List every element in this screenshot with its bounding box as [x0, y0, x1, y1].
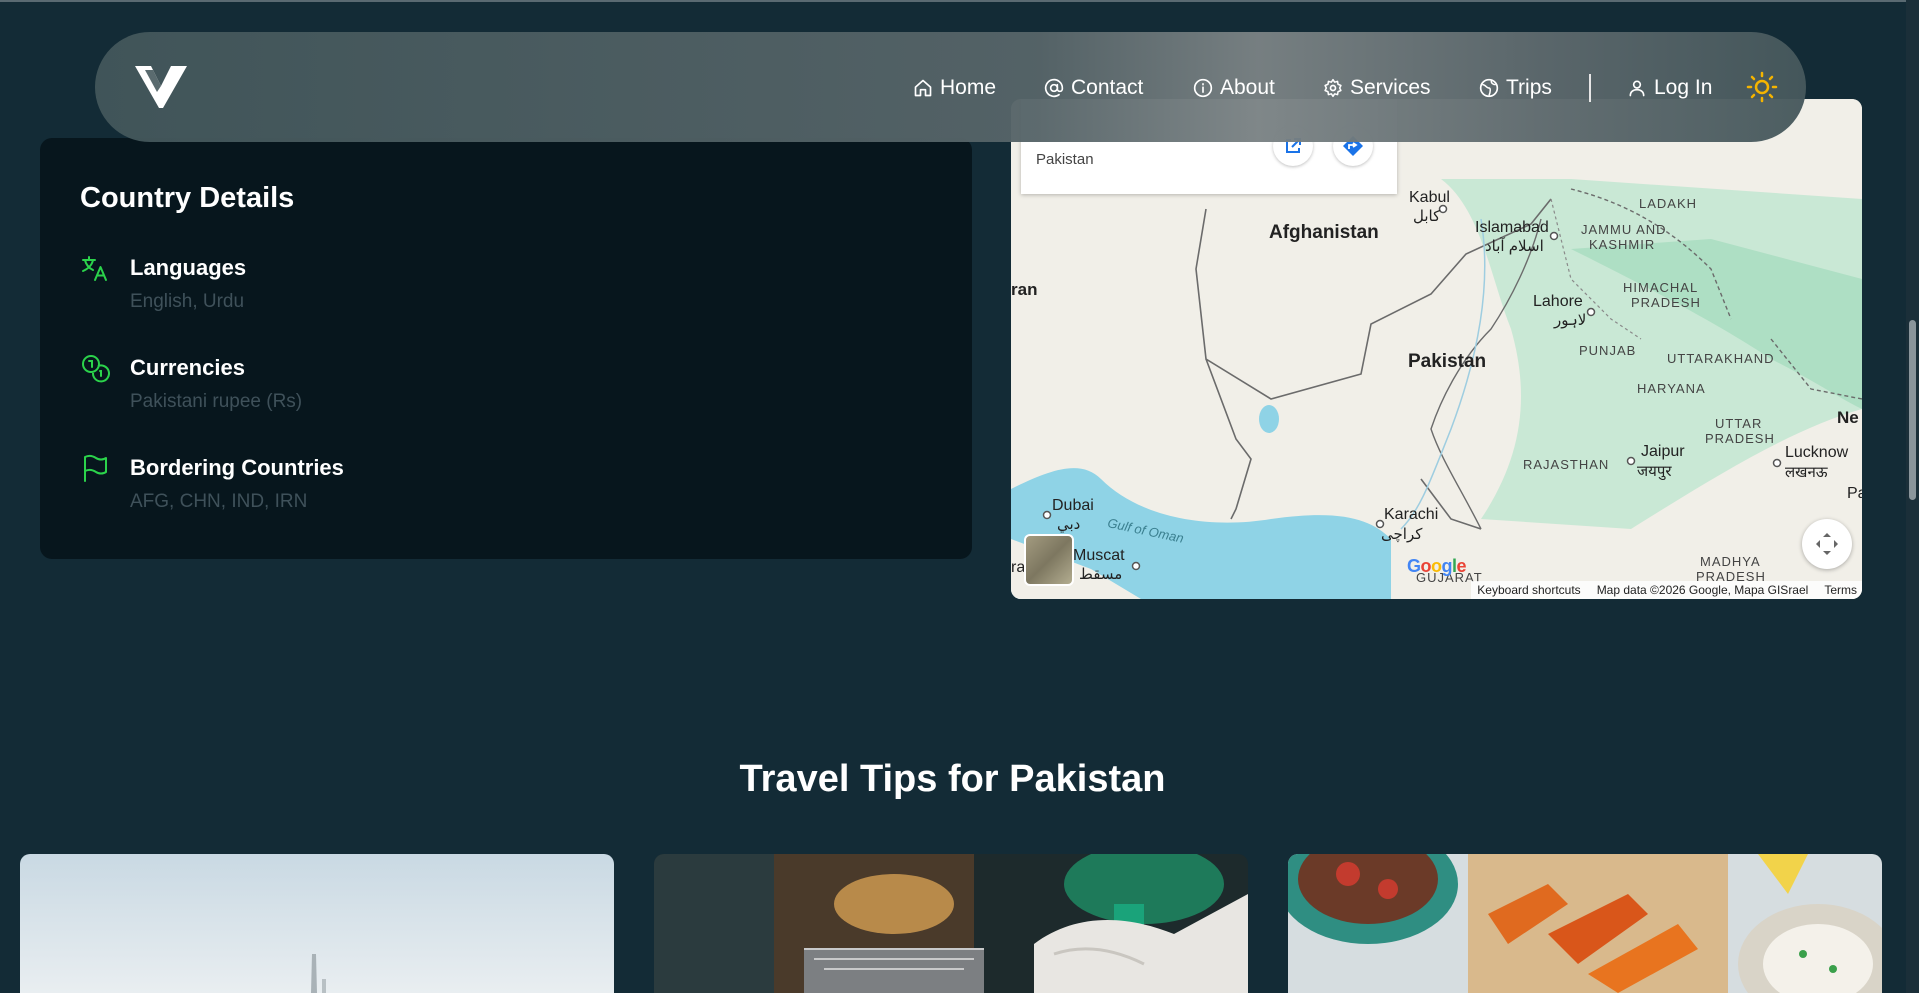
map-label-jaipur-local: जयपुर: [1637, 463, 1672, 480]
nav-trips[interactable]: Trips: [1479, 72, 1552, 104]
map-label-ne-partial: Ne: [1837, 408, 1859, 427]
map-label-uttar: UTTAR: [1715, 416, 1763, 431]
map-label-karachi: Karachi: [1384, 506, 1439, 523]
bordering-countries-value: AFG, CHN, IND, IRN: [130, 491, 308, 512]
nav-services-label: Services: [1350, 76, 1431, 99]
google-logo: Google: [1407, 556, 1467, 576]
flag-icon: [84, 454, 107, 482]
login-label: Log In: [1654, 76, 1713, 99]
map-label-lahore: Lahore: [1533, 293, 1583, 310]
map-label-muscat: Muscat: [1073, 547, 1125, 564]
map-footer: Keyboard shortcuts Map data ©2026 Google…: [1471, 581, 1862, 599]
bordering-countries-label: Bordering Countries: [130, 455, 344, 480]
home-icon: [914, 79, 932, 97]
map-label-dubai: Dubai: [1052, 497, 1094, 514]
tip-card-2-image: [654, 854, 1248, 993]
map-label-kabul: Kabul: [1409, 189, 1450, 206]
sun-icon[interactable]: [1746, 71, 1778, 103]
globe-icon: [1479, 78, 1499, 98]
login-button[interactable]: Log In: [1627, 72, 1712, 104]
nav-home[interactable]: Home: [913, 72, 996, 104]
scrollbar-thumb[interactable]: [1909, 320, 1916, 500]
map-label-uttarakhand: UTTARAKHAND: [1667, 351, 1775, 366]
nav-about[interactable]: About: [1193, 72, 1275, 104]
currencies-value: Pakistani rupee (Rs): [130, 391, 303, 412]
navbar: Home Contact About Services Trips Log In: [95, 32, 1806, 142]
nav-contact[interactable]: Contact: [1044, 72, 1143, 104]
coins-icon: [82, 355, 110, 383]
fullscreen-icon: [1816, 533, 1838, 555]
map-label-lahore-local: لاہور: [1554, 312, 1587, 329]
map-label-pa-partial: Pa: [1847, 485, 1862, 502]
gear-icon: [1324, 78, 1342, 98]
map-label-jammu: JAMMU AND: [1581, 222, 1667, 237]
nav-services[interactable]: Services: [1323, 72, 1431, 104]
map-label-muscat-local: مسقط: [1079, 566, 1123, 583]
map-label-rajasthan: RAJASTHAN: [1523, 457, 1610, 472]
travel-tips-title: Travel Tips for Pakistan: [739, 758, 1166, 800]
map-label-kabul-local: کابل: [1413, 208, 1441, 225]
map-label-haryana: HARYANA: [1637, 381, 1706, 396]
map-label-uttar-2: PRADESH: [1705, 431, 1775, 446]
languages-label: Languages: [130, 255, 247, 280]
map-label-madhya: MADHYA: [1700, 554, 1761, 569]
map-label-punjab: PUNJAB: [1579, 343, 1637, 358]
tip-card-1-image: [20, 854, 614, 993]
map-data-attribution: Map data ©2026 Google, Mapa GISrael: [1596, 583, 1809, 597]
translate-icon: [82, 256, 107, 281]
map-label-afghanistan: Afghanistan: [1269, 222, 1379, 243]
languages-value: English, Urdu: [130, 291, 245, 312]
tip-card-3-image: [1288, 854, 1882, 993]
nav-about-label: About: [1220, 76, 1275, 99]
map-label-himachal-2: PRADESH: [1631, 295, 1701, 310]
window-top-border: [0, 0, 1919, 2]
country-details-card: Country Details Languages English, Urdu …: [40, 138, 972, 559]
map-label-iran-partial: ran: [1011, 280, 1038, 299]
page-scrollbar[interactable]: [1906, 0, 1919, 993]
info-icon: [1193, 78, 1213, 98]
map-label-ladakh: LADAKH: [1639, 196, 1698, 211]
map-keyboard-shortcuts[interactable]: Keyboard shortcuts: [1477, 583, 1580, 597]
map-terms-link[interactable]: Terms: [1824, 583, 1857, 597]
map-place-name: Pakistan: [1036, 151, 1094, 168]
tip-card-2[interactable]: [654, 854, 1248, 993]
map-label-lucknow: Lucknow: [1785, 444, 1849, 461]
map-satellite-toggle[interactable]: [1024, 534, 1074, 586]
map-label-islamabad: Islamabad: [1475, 219, 1549, 236]
map-label-karachi-local: کراچی: [1381, 526, 1423, 543]
currencies-label: Currencies: [130, 355, 245, 380]
user-icon: [1629, 80, 1645, 97]
map-label-lucknow-local: लखनऊ: [1785, 464, 1828, 481]
at-icon: [1044, 78, 1064, 98]
map-fullscreen-button[interactable]: [1802, 519, 1852, 569]
map-label-jaipur: Jaipur: [1641, 443, 1685, 460]
google-map[interactable]: Kabul کابل Afghanistan Islamabad اسلام آ…: [1011, 99, 1862, 599]
tip-card-3[interactable]: [1288, 854, 1882, 993]
nav-divider: [1589, 74, 1591, 102]
tip-card-1[interactable]: [20, 854, 614, 993]
nav-trips-label: Trips: [1506, 76, 1552, 99]
map-label-islamabad-local: اسلام آباد: [1485, 238, 1544, 255]
map-label-pakistan: Pakistan: [1408, 351, 1487, 372]
map-label-kashmir: KASHMIR: [1589, 237, 1656, 252]
map-label-himachal: HIMACHAL: [1623, 280, 1699, 295]
nav-contact-label: Contact: [1071, 76, 1144, 99]
nav-home-label: Home: [940, 76, 997, 99]
map-label-dubai-local: دبي: [1057, 516, 1081, 533]
country-details-title: Country Details: [80, 182, 295, 214]
logo[interactable]: [133, 62, 189, 112]
